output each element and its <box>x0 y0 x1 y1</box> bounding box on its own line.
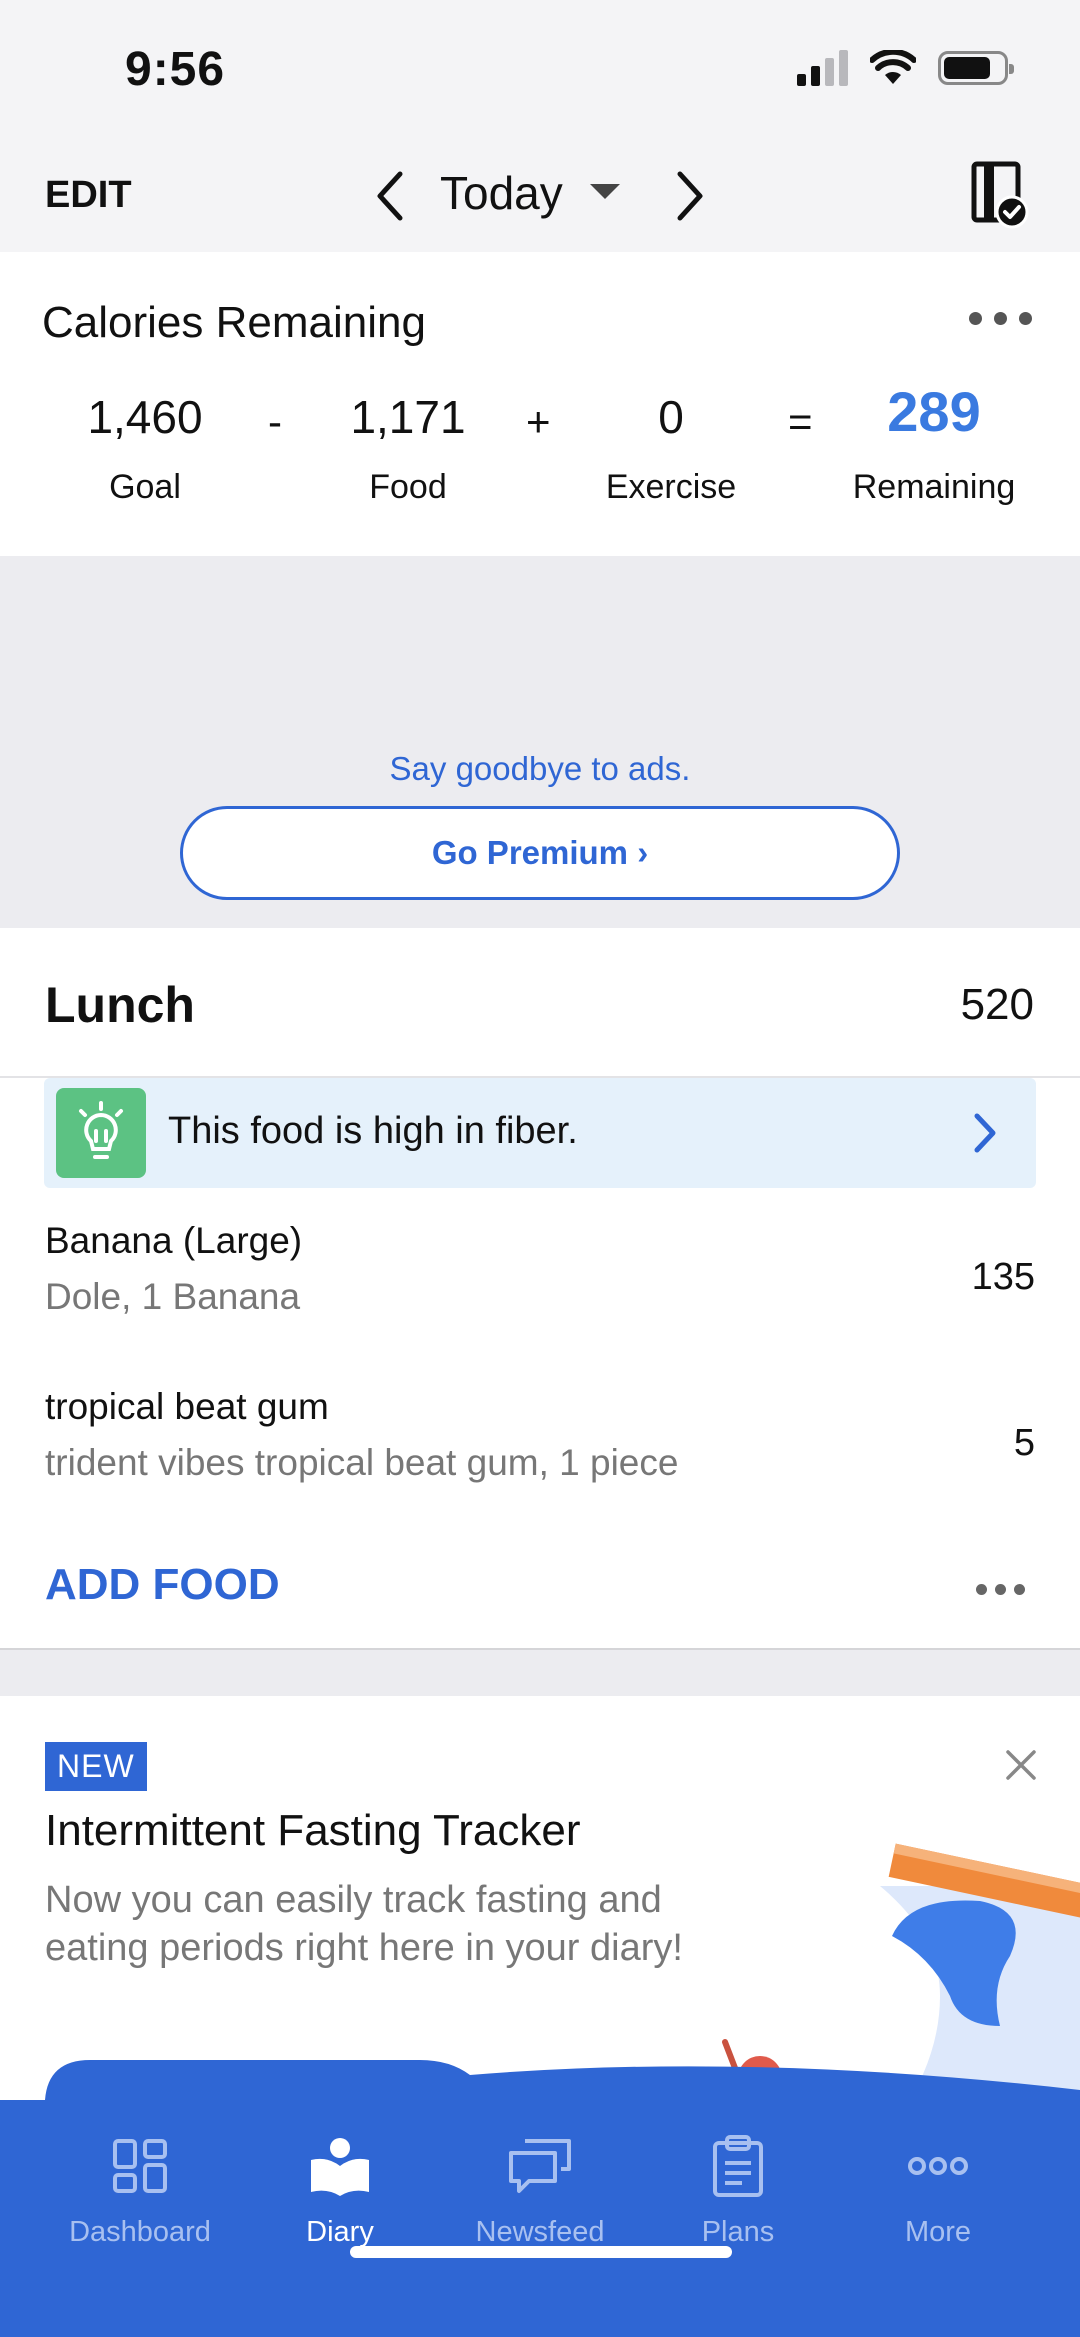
exercise-stat: 0 Exercise <box>571 394 771 507</box>
tip-text: This food is high in fiber. <box>168 1110 578 1152</box>
goal-label: Goal <box>109 468 181 506</box>
calories-remaining-card: Calories Remaining 1,460 Goal - 1,171 Fo… <box>0 252 1080 556</box>
food-name: tropical beat gum <box>45 1386 329 1427</box>
plus-operator: + <box>526 398 551 445</box>
date-title[interactable]: Today <box>440 166 563 220</box>
goal-value: 1,460 <box>87 391 203 443</box>
remaining-stat: 289 Remaining <box>834 384 1034 507</box>
new-badge: NEW <box>45 1742 147 1791</box>
tab-newsfeed[interactable]: Newsfeed <box>440 2130 640 2249</box>
tab-diary[interactable]: Diary <box>240 2130 440 2249</box>
tab-more[interactable]: More <box>838 2130 1038 2249</box>
battery-icon <box>938 51 1014 85</box>
lightbulb-icon <box>56 1088 146 1178</box>
more-dots-icon <box>838 2130 1038 2202</box>
food-label: Food <box>369 468 447 506</box>
wifi-icon <box>870 50 916 84</box>
remaining-value: 289 <box>887 380 981 443</box>
dashboard-grid-icon <box>40 2130 240 2202</box>
tab-label: More <box>904 2216 972 2248</box>
add-food-button[interactable]: ADD FOOD <box>45 1560 280 1610</box>
food-value: 1,171 <box>350 391 466 443</box>
food-stat: 1,171 Food <box>308 394 508 507</box>
meal-more-icon[interactable] <box>976 1584 1025 1595</box>
food-calories: 5 <box>1013 1422 1035 1464</box>
next-day-icon[interactable] <box>672 168 708 224</box>
chevron-right-icon <box>974 1113 996 1153</box>
ad-text: Say goodbye to ads. <box>389 750 691 787</box>
fasting-tracker-promo[interactable]: NEW Intermittent Fasting Tracker Now you… <box>0 1696 1080 2116</box>
complete-diary-icon[interactable] <box>970 160 1030 230</box>
exercise-label: Exercise <box>605 468 737 506</box>
tab-label: Plans <box>701 2216 775 2248</box>
tab-plans[interactable]: Plans <box>638 2130 838 2249</box>
date-dropdown-icon[interactable] <box>590 184 620 199</box>
section-gap <box>0 1650 1080 1696</box>
status-time: 9:56 <box>125 43 226 96</box>
meal-calories: 520 <box>960 980 1034 1029</box>
food-description: trident vibes tropical beat gum, 1 piece <box>45 1442 679 1483</box>
close-icon[interactable] <box>1004 1748 1038 1782</box>
tab-label: Diary <box>306 2216 374 2248</box>
status-icons <box>797 50 1014 86</box>
tab-label: Dashboard <box>69 2216 211 2248</box>
exercise-value: 0 <box>658 391 684 443</box>
newsfeed-chat-icon <box>440 2130 640 2202</box>
food-name: Banana (Large) <box>45 1220 303 1261</box>
promo-title: Intermittent Fasting Tracker <box>45 1806 581 1855</box>
diary-book-icon <box>240 2130 440 2202</box>
meal-title: Lunch <box>45 977 195 1033</box>
food-calories: 135 <box>971 1256 1035 1298</box>
lunch-section: Lunch 520 This food is high in fiber. Ba… <box>0 928 1080 1650</box>
ad-banner: Say goodbye to ads. Go Premium › <box>0 556 1080 928</box>
calories-more-icon[interactable] <box>969 312 1032 325</box>
food-description: Dole, 1 Banana <box>45 1276 301 1317</box>
tab-dashboard[interactable]: Dashboard <box>40 2130 240 2249</box>
bottom-tab-bar: Dashboard Diary Newsfeed Plans More <box>0 2060 1080 2337</box>
equals-operator: = <box>788 398 813 445</box>
cellular-signal-icon <box>797 50 848 86</box>
tab-label: Newsfeed <box>475 2216 605 2248</box>
plans-clipboard-icon <box>638 2130 838 2202</box>
fiber-tip-banner[interactable]: This food is high in fiber. <box>44 1078 1036 1188</box>
previous-day-icon[interactable] <box>372 168 408 224</box>
go-premium-button[interactable]: Go Premium › <box>180 806 900 900</box>
goal-stat: 1,460 Goal <box>45 394 245 507</box>
status-bar: 9:56 <box>0 0 1080 140</box>
home-indicator <box>350 2246 732 2258</box>
food-entry[interactable]: Banana (Large) Dole, 1 Banana 135 <box>45 1220 1035 1318</box>
minus-operator: - <box>268 398 282 445</box>
diary-header: EDIT Today <box>0 140 1080 252</box>
remaining-label: Remaining <box>852 468 1016 506</box>
food-entry[interactable]: tropical beat gum trident vibes tropical… <box>45 1386 1035 1484</box>
edit-button[interactable]: EDIT <box>45 174 132 217</box>
calories-remaining-title: Calories Remaining <box>42 298 426 347</box>
promo-text: Now you can easily track fasting and eat… <box>45 1879 683 1969</box>
